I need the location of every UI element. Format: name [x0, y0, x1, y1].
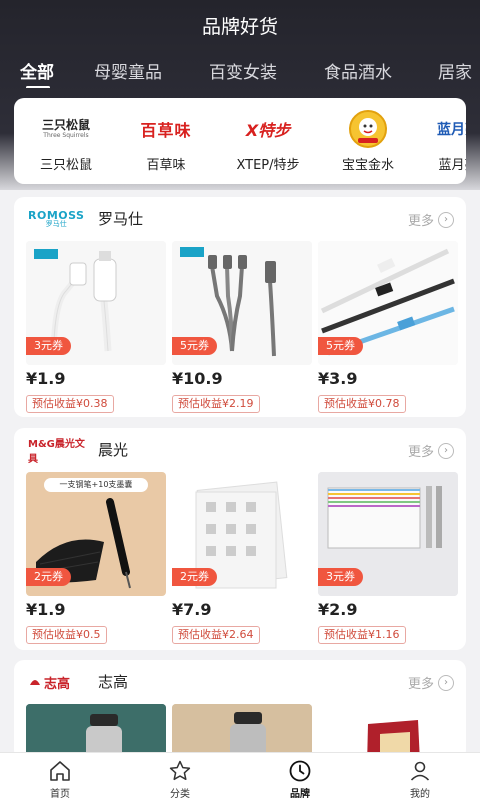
brand-item[interactable]: 宝宝金水	[320, 98, 416, 184]
product-image: 3元券	[26, 241, 166, 365]
shop-name: 晨光	[98, 441, 129, 459]
tab-all[interactable]: 全部	[20, 58, 54, 83]
brand-item[interactable]: 蓝月亮 蓝月亮	[410, 98, 466, 184]
estimated-earnings: 预估收益¥2.19	[172, 395, 260, 413]
product-price: ¥1.9	[26, 600, 66, 619]
header: 品牌好货 全部 母婴童品 百变女装 食品酒水 居家 三只松鼠 Three Squ…	[0, 0, 480, 190]
chevron-right-icon: ›	[438, 674, 454, 691]
chevron-right-icon: ›	[438, 442, 454, 459]
shop-card-header: M&G晨光文具 晨光 更多 ›	[14, 428, 466, 472]
product-image: 5元券	[172, 241, 312, 365]
more-link[interactable]: 更多 ›	[408, 441, 454, 460]
product-image: 2元券	[172, 472, 312, 596]
coupon-badge: 3元券	[318, 568, 363, 586]
baby-gold-water-logo-icon	[349, 110, 387, 148]
shop-name: 罗马仕	[98, 210, 144, 228]
tab-active-indicator	[26, 86, 50, 88]
product-price: ¥7.9	[172, 600, 212, 619]
user-icon	[410, 761, 430, 781]
chevron-right-icon: ›	[438, 211, 454, 228]
brand-item[interactable]: 三只松鼠 Three Squirrels 三只松鼠	[18, 98, 114, 184]
page-title: 品牌好货	[201, 16, 278, 38]
brand-strip: 三只松鼠 Three Squirrels 三只松鼠 百草味 百草味 X特步 XT…	[14, 98, 466, 184]
bottom-tab-bar: 首页 分类 品牌 我的	[0, 752, 480, 800]
shop-logo: M&G晨光文具	[28, 439, 85, 465]
shop-card: 志高 志高 更多 ›	[14, 660, 466, 760]
coupon-badge: 2元券	[26, 568, 71, 586]
brand-logo: 百草味	[140, 121, 192, 140]
brand-item[interactable]: 百草味 百草味	[118, 98, 214, 184]
tabbar-home[interactable]: 首页	[0, 753, 120, 800]
tabbar-category[interactable]: 分类	[120, 753, 240, 800]
clock-icon	[289, 760, 311, 782]
more-link[interactable]: 更多 ›	[408, 210, 454, 229]
brand-logo	[320, 110, 416, 148]
star-icon	[169, 760, 191, 781]
shop-card: ROMOSS 罗马仕 罗马仕 更多 › 3元券 ¥1.9 预估收益¥0.38 5…	[14, 197, 466, 417]
coupon-badge: 5元券	[172, 337, 217, 355]
estimated-earnings: 预估收益¥2.64	[172, 626, 260, 644]
coupon-badge: 5元券	[318, 337, 363, 355]
brand-item[interactable]: X特步 XTEP/特步	[220, 98, 316, 184]
product-price: ¥3.9	[318, 369, 358, 388]
estimated-earnings: 预估收益¥0.38	[26, 395, 114, 413]
category-tabs: 全部 母婴童品 百变女装 食品酒水 居家	[0, 58, 480, 88]
estimated-earnings: 预估收益¥0.5	[26, 626, 107, 644]
product-image: 一支钢笔+10支墨囊 2元券	[26, 472, 166, 596]
product-image: 5元券	[318, 241, 458, 365]
product-price: ¥10.9	[172, 369, 223, 388]
tab-home[interactable]: 居家	[438, 58, 472, 83]
tab-food-drinks[interactable]: 食品酒水	[324, 58, 392, 83]
product-image: 3元券	[318, 472, 458, 596]
tab-maternal-baby[interactable]: 母婴童品	[94, 58, 162, 83]
chigo-logo-icon	[30, 680, 40, 685]
shop-card-header: ROMOSS 罗马仕 罗马仕 更多 ›	[14, 197, 466, 241]
coupon-badge: 2元券	[172, 568, 217, 586]
shop-logo: 志高	[28, 670, 90, 694]
tab-women-clothing[interactable]: 百变女装	[209, 58, 277, 83]
product-price: ¥1.9	[26, 369, 66, 388]
shop-name: 志高	[98, 673, 129, 691]
shop-card-header: 志高 志高 更多 ›	[14, 660, 466, 704]
shop-logo: ROMOSS 罗马仕	[28, 209, 85, 228]
brand-logo: X特步	[245, 121, 291, 140]
home-icon	[50, 761, 70, 781]
brand-logo: 三只松鼠 Three Squirrels	[41, 118, 90, 139]
shop-card: M&G晨光文具 晨光 更多 › 一支钢笔+10支墨囊 2元券 ¥1.9 预估收益¥…	[14, 428, 466, 650]
brand-logo: 蓝月亮	[437, 122, 466, 138]
tabbar-brand[interactable]: 品牌	[240, 753, 360, 800]
tabbar-me[interactable]: 我的	[360, 753, 480, 800]
product-price: ¥2.9	[318, 600, 358, 619]
estimated-earnings: 预估收益¥0.78	[318, 395, 406, 413]
estimated-earnings: 预估收益¥1.16	[318, 626, 406, 644]
more-link[interactable]: 更多 ›	[408, 673, 454, 692]
coupon-badge: 3元券	[26, 337, 71, 355]
